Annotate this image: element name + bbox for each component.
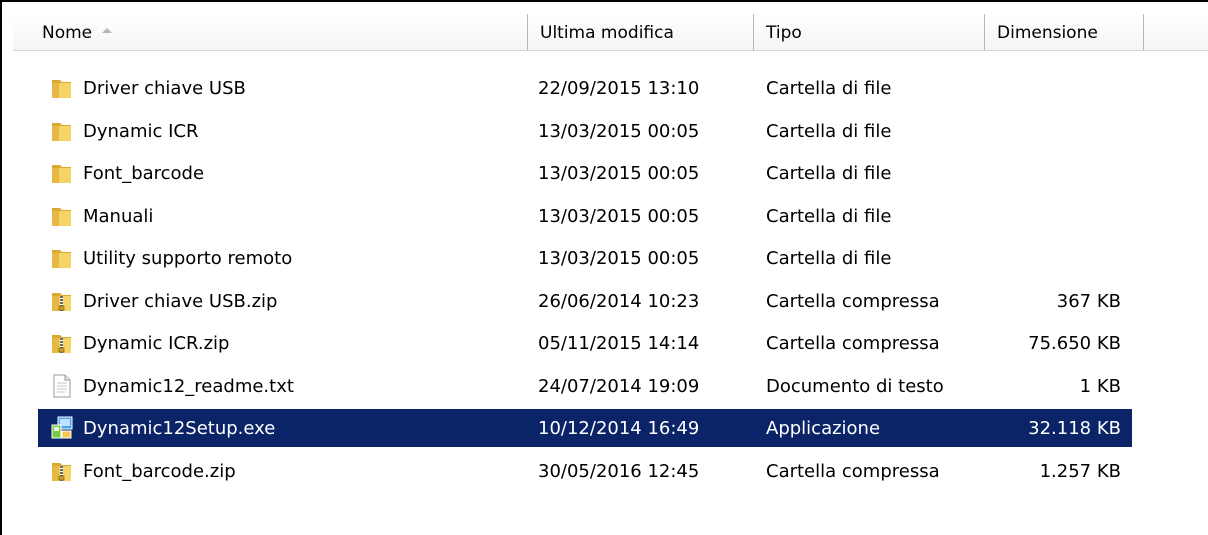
file-size: 367 KB — [1056, 290, 1121, 312]
file-row[interactable]: Dynamic ICR 13/03/2015 00:05 Cartella di f… — [38, 112, 1132, 150]
file-modified: 13/03/2015 00:05 — [538, 163, 700, 184]
file-name: Driver chiave USB.zip — [83, 290, 278, 312]
file-modified: 13/03/2015 00:05 — [538, 120, 700, 142]
file-type: Cartella di file — [766, 163, 892, 184]
file-modified: 13/03/2015 00:05 — [538, 248, 700, 269]
file-type: Cartella di file — [766, 205, 892, 227]
file-modified: 24/07/2014 19:09 — [538, 375, 700, 397]
folder-icon — [49, 203, 75, 229]
column-header-type[interactable]: Tipo — [754, 14, 985, 50]
file-type: Cartella compressa — [766, 333, 940, 354]
file-type: Cartella compressa — [766, 290, 940, 312]
file-row[interactable]: Font_barcode 13/03/2015 00:05 Cartella di … — [38, 154, 1132, 192]
file-row[interactable]: Dynamic12Setup.exe 10/12/2014 16:49 Applic… — [38, 409, 1132, 447]
text-file-icon — [49, 373, 75, 399]
file-modified: 13/03/2015 00:05 — [538, 205, 700, 227]
file-type: Documento di testo — [766, 375, 944, 397]
file-modified: 26/06/2014 10:23 — [538, 290, 700, 312]
file-type: Cartella compressa — [766, 460, 940, 482]
zip-folder-icon — [49, 330, 75, 356]
file-name: Driver chiave USB — [83, 78, 246, 99]
file-list-pane: Nome Ultima modifica Tipo Dimensione Dri… — [0, 0, 1208, 535]
sort-ascending-icon — [102, 27, 113, 33]
setup-exe-icon — [49, 415, 75, 441]
file-modified: 30/05/2016 12:45 — [538, 460, 700, 482]
column-header-size-label: Dimensione — [997, 23, 1098, 43]
column-header-empty[interactable] — [1144, 14, 1208, 50]
file-name: Manuali — [83, 205, 154, 227]
file-modified: 10/12/2014 16:49 — [538, 418, 700, 439]
file-row[interactable]: Dynamic12_readme.txt 24/07/2014 19:09 Docu… — [38, 367, 1132, 405]
column-header-bar: Nome Ultima modifica Tipo Dimensione — [13, 14, 1208, 51]
file-name: Dynamic12Setup.exe — [83, 418, 276, 439]
file-row[interactable]: Dynamic ICR.zip 05/11/2015 14:14 Cartella … — [38, 324, 1132, 362]
file-modified: 05/11/2015 14:14 — [538, 333, 700, 354]
file-size: 32.118 KB — [1028, 418, 1121, 439]
column-header-name[interactable]: Nome — [13, 14, 528, 50]
zip-folder-icon — [49, 458, 75, 484]
file-row[interactable]: Driver chiave USB 22/09/2015 13:10 Cartell… — [38, 69, 1132, 107]
column-header-name-label: Nome — [42, 23, 93, 43]
file-row[interactable]: Driver chiave USB.zip 26/06/2014 10:23 Car… — [38, 282, 1132, 320]
column-header-type-label: Tipo — [766, 23, 802, 43]
file-name: Utility supporto remoto — [83, 248, 293, 269]
file-name: Dynamic ICR.zip — [83, 333, 230, 354]
file-name: Dynamic12_readme.txt — [83, 375, 294, 397]
file-size: 75.650 KB — [1028, 333, 1121, 354]
file-modified: 22/09/2015 13:10 — [538, 78, 700, 99]
file-size: 1 KB — [1079, 375, 1121, 397]
file-name: Dynamic ICR — [83, 120, 199, 142]
zip-folder-icon — [49, 288, 75, 314]
column-header-modified-label: Ultima modifica — [540, 23, 674, 43]
file-type: Cartella di file — [766, 78, 892, 99]
folder-icon — [49, 118, 75, 144]
folder-icon — [49, 245, 75, 271]
file-name: Font_barcode.zip — [83, 460, 236, 482]
file-size: 1.257 KB — [1039, 460, 1121, 482]
file-type: Cartella di file — [766, 120, 892, 142]
file-row[interactable]: Font_barcode.zip 30/05/2016 12:45 Cartella… — [38, 452, 1132, 490]
file-type: Applicazione — [766, 418, 881, 439]
file-name: Font_barcode — [83, 163, 205, 184]
folder-icon — [49, 160, 75, 186]
file-row[interactable]: Utility supporto remoto 13/03/2015 00:05 C… — [38, 239, 1132, 277]
folder-icon — [49, 75, 75, 101]
column-header-modified[interactable]: Ultima modifica — [528, 14, 754, 50]
file-row[interactable]: Manuali 13/03/2015 00:05 Cartella di file — [38, 197, 1132, 235]
column-header-size[interactable]: Dimensione — [985, 14, 1144, 50]
file-type: Cartella di file — [766, 248, 892, 269]
